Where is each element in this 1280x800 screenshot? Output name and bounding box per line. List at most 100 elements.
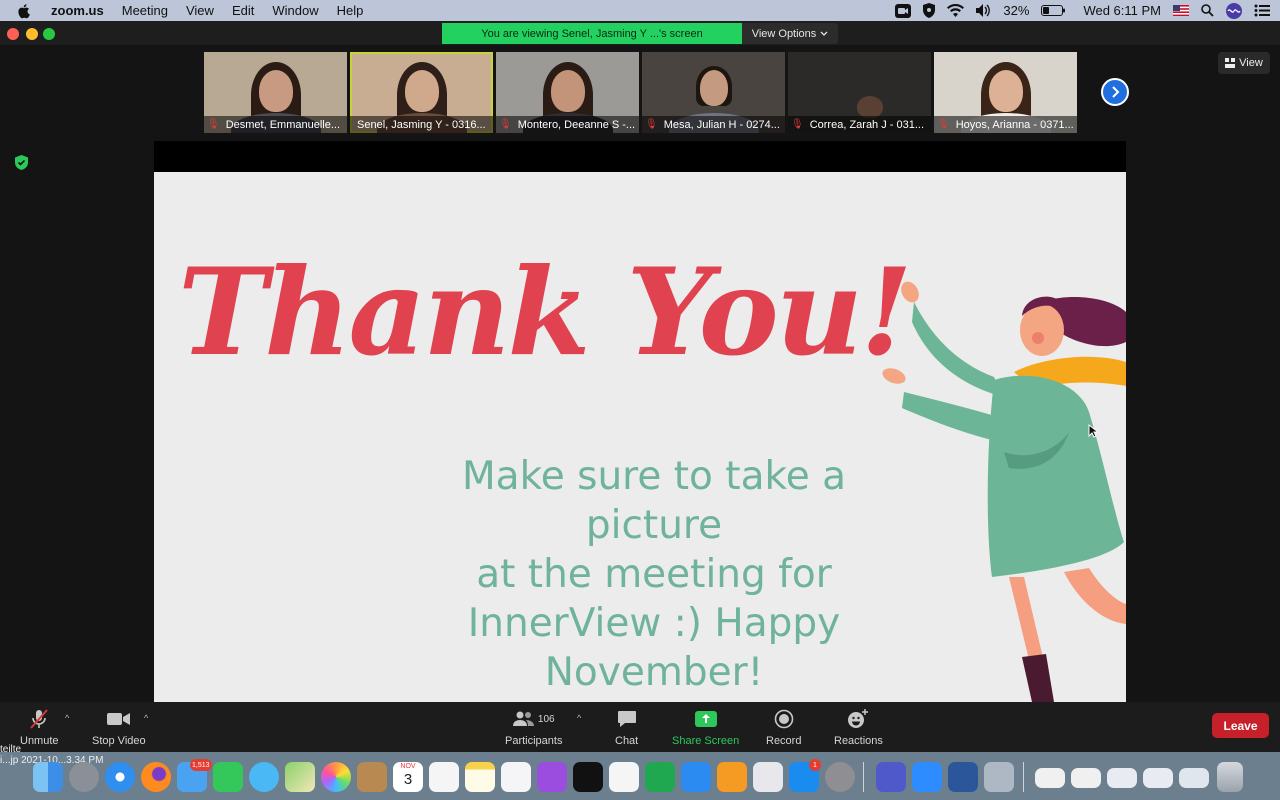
unmute-button[interactable]: Unmute [20,708,59,747]
slide-heading: Thank You! [178,242,913,383]
calendar-month: NOV [400,763,416,770]
chat-label: Chat [615,735,639,747]
preview-icon[interactable] [753,762,783,792]
view-options-button[interactable]: View Options [742,23,838,44]
dock-separator [863,762,864,792]
reminders-icon[interactable] [429,762,459,792]
muted-mic-icon: 🎙︎ [207,119,220,130]
muted-mic-icon: 🎙︎ [791,119,804,130]
wifi-icon[interactable] [947,4,965,17]
share-screen-button[interactable]: Share Screen [672,708,739,747]
us-flag-icon[interactable] [1173,5,1189,16]
participants-options-caret-icon[interactable]: ^ [577,713,581,723]
zoom-status-icon[interactable] [895,3,912,18]
slide-message-line: at the meeting for [476,552,832,597]
leave-meeting-button[interactable]: Leave [1212,713,1269,738]
podcasts-icon[interactable] [537,762,567,792]
participant-tile[interactable]: 🎙︎ Mesa, Julian H - 0274... [642,52,785,133]
view-layout-button[interactable]: View [1218,52,1270,74]
participant-tile[interactable]: 🎙︎ Montero, Deeanne S -... [496,52,639,133]
volume-icon[interactable] [976,4,991,17]
image-capture-icon[interactable] [984,762,1014,792]
participant-tile[interactable]: 🎙︎ Hoyos, Arianna - 0371... [934,52,1077,133]
share-screen-label: Share Screen [672,735,740,747]
apple-tv-icon[interactable] [573,762,603,792]
window-minimize-button[interactable] [26,28,38,40]
calendar-icon[interactable]: NOV 3 [393,762,423,792]
chat-bubble-icon [617,711,636,727]
muted-mic-icon: 🎙︎ [645,119,658,130]
firefox-icon[interactable] [141,762,171,792]
record-button[interactable]: Record [766,708,801,747]
notes-icon[interactable] [465,762,495,792]
mac-menubar: zoom.us Meeting View Edit Window Help 32… [0,0,1280,21]
mouse-cursor-icon [1088,424,1098,438]
menu-view[interactable]: View [186,3,214,18]
music-icon[interactable] [501,762,531,792]
window-fullscreen-button[interactable] [43,28,55,40]
participants-count: 106 [537,713,555,725]
audio-options-caret-icon[interactable]: ^ [65,713,69,723]
participant-tile-active-speaker[interactable]: Senel, Jasming Y - 0316... [350,52,493,133]
chevron-down-icon [820,31,828,36]
trash-icon[interactable] [1217,762,1243,792]
recent-document-icon[interactable] [1143,768,1173,788]
recent-document-icon[interactable] [1071,768,1101,788]
reactions-button[interactable]: Reactions [834,708,883,747]
participant-tile[interactable]: 🎙︎ Correa, Zarah J - 031... [788,52,931,133]
finder-icon[interactable] [33,762,63,792]
participant-name: 🎙︎ Correa, Zarah J - 031... [788,116,931,133]
encryption-shield-icon[interactable] [15,155,28,170]
participants-button[interactable]: 106 Participants [505,708,562,747]
slide-message: Make sure to take a picture at the meeti… [394,452,914,697]
facetime-icon[interactable] [213,762,243,792]
maps-icon[interactable] [285,762,315,792]
photos-icon[interactable] [321,762,351,792]
menu-app-name[interactable]: zoom.us [51,3,104,18]
video-options-caret-icon[interactable]: ^ [144,713,148,723]
word-icon[interactable] [948,762,978,792]
menu-meeting[interactable]: Meeting [122,3,168,18]
pages-icon[interactable] [717,762,747,792]
muted-microphone-icon [30,709,49,729]
apple-logo-icon[interactable] [15,2,33,20]
safari-icon[interactable] [105,762,135,792]
muted-mic-icon: 🎙︎ [937,119,950,130]
menubar-clock[interactable]: Wed 6:11 PM [1083,3,1161,18]
recent-document-icon[interactable] [1179,768,1209,788]
participant-name: 🎙︎ Mesa, Julian H - 0274... [642,116,785,133]
recent-document-icon[interactable] [1035,768,1065,788]
numbers-icon[interactable] [645,762,675,792]
slide-message-line: InnerView :) Happy [467,601,841,646]
window-close-button[interactable] [7,28,19,40]
system-preferences-icon[interactable] [825,762,855,792]
teams-icon[interactable] [876,762,906,792]
slide-message-line: Make sure to take a picture [462,454,846,548]
launchpad-icon[interactable] [69,762,99,792]
shared-screen-top-bar [154,141,1126,172]
control-center-icon[interactable] [1254,4,1270,17]
zoom-icon[interactable] [912,762,942,792]
spotlight-search-icon[interactable] [1201,4,1214,17]
menu-window[interactable]: Window [272,3,318,18]
next-page-button[interactable] [1101,78,1129,106]
stop-video-button[interactable]: Stop Video [92,708,146,747]
menu-edit[interactable]: Edit [232,3,254,18]
messages-icon[interactable] [249,762,279,792]
chat-button[interactable]: Chat [615,708,638,747]
mail-badge: 1,513 [190,759,212,771]
siri-icon[interactable] [1226,2,1242,19]
participant-name: 🎙︎ Desmet, Emmanuelle... [204,116,347,133]
participant-tile[interactable]: 🎙︎ Desmet, Emmanuelle... [204,52,347,133]
battery-icon[interactable] [1041,5,1066,16]
keynote-icon[interactable] [681,762,711,792]
contacts-icon[interactable] [357,762,387,792]
calendar-day: 3 [403,771,413,788]
recent-document-icon[interactable] [1107,768,1137,788]
vpn-shield-icon[interactable] [923,3,936,18]
slide-message-line: November! [544,650,764,695]
battery-percent: 32% [1003,3,1030,18]
menu-help[interactable]: Help [337,3,364,18]
shared-screen-slide: Thank You! Make sure to take a picture a… [154,172,1126,702]
news-icon[interactable] [609,762,639,792]
